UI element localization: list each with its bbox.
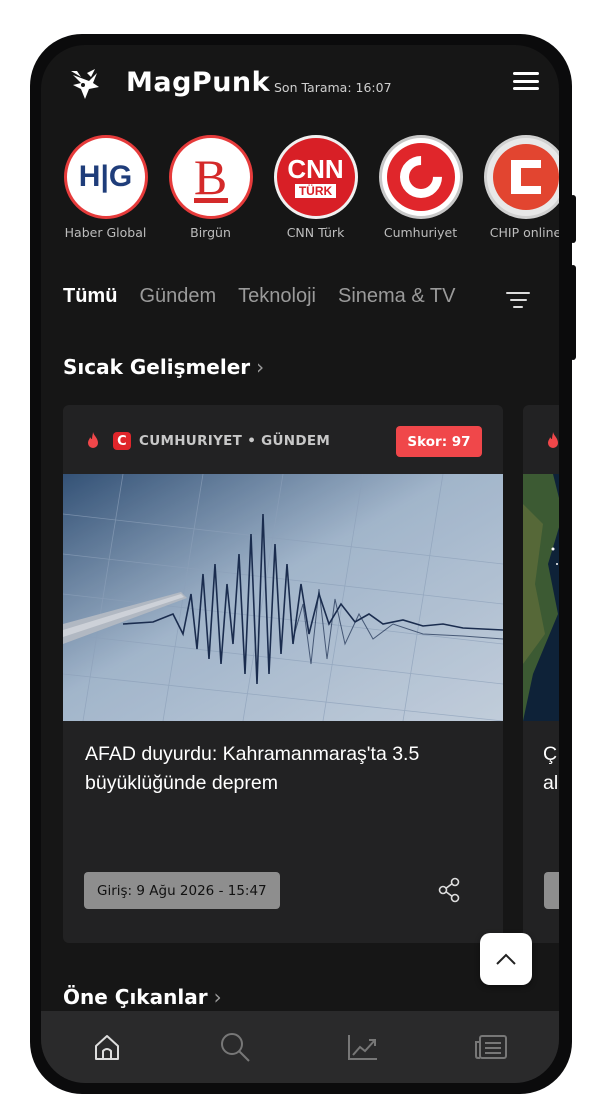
- card-date: Giriş: 9 Ağu 2026 - 15:47: [84, 872, 280, 909]
- phone-side-button: [570, 195, 576, 243]
- last-scan-time: Son Tarama: 16:07: [274, 80, 392, 95]
- birgun-logo: B: [168, 135, 253, 219]
- tab-gundem[interactable]: Gündem: [139, 285, 216, 308]
- top-bar: MagPunk Son Tarama: 16:07: [41, 45, 559, 125]
- search-icon: [221, 1033, 250, 1062]
- chevron-right-icon: ›: [256, 355, 265, 379]
- nav-trending[interactable]: [343, 1029, 383, 1065]
- chevron-right-icon: ›: [213, 985, 222, 1009]
- flame-icon: [548, 432, 558, 448]
- card-headline[interactable]: AFAD duyurdu: Kahramanmaraş'ta 3.5 büyük…: [85, 740, 485, 798]
- seismograph-image: [63, 474, 503, 721]
- cumhuriyet-mini-logo: C: [113, 432, 131, 450]
- section-featured[interactable]: Öne Çıkanlar ›: [63, 985, 222, 1009]
- satellite-map-image: [523, 474, 559, 721]
- score-badge: Skor: 97: [396, 426, 482, 457]
- nav-home[interactable]: [87, 1029, 127, 1065]
- chevron-up-icon: [496, 953, 516, 965]
- card-meta: [545, 431, 559, 451]
- source-chip-online[interactable]: CHIP online: [473, 135, 559, 240]
- tab-teknoloji[interactable]: Teknoloji: [238, 285, 316, 308]
- bottom-navigation: [41, 1011, 559, 1083]
- magpie-logo-icon[interactable]: [67, 67, 103, 103]
- news-card[interactable]: Ç al: [523, 405, 559, 943]
- chip-online-logo: [483, 135, 559, 219]
- source-cumhuriyet[interactable]: Cumhuriyet: [368, 135, 473, 240]
- source-cnn-turk[interactable]: CNN TÜRK CNN Türk: [263, 135, 368, 240]
- app-brand: MagPunk: [126, 67, 271, 98]
- source-haber-global[interactable]: H|G Haber Global: [53, 135, 158, 240]
- hamburger-menu-icon[interactable]: [513, 72, 539, 94]
- card-meta: C CUMHURIYET • GÜNDEM: [85, 431, 330, 451]
- tab-sinema-tv[interactable]: Sinema & TV: [338, 285, 455, 308]
- category-tabs: Tümü Gündem Teknoloji Sinema & TV: [63, 285, 533, 325]
- share-icon[interactable]: [437, 877, 461, 903]
- flame-icon: [88, 432, 98, 448]
- app-screen: MagPunk Son Tarama: 16:07 H|G Haber Glob…: [41, 45, 559, 1083]
- news-icon: [475, 1035, 507, 1059]
- scroll-to-top-button[interactable]: [480, 933, 532, 985]
- card-date: [544, 872, 559, 909]
- news-card[interactable]: C CUMHURIYET • GÜNDEM Skor: 97 AFAD duyu…: [63, 405, 503, 943]
- source-carousel[interactable]: H|G Haber Global B Birgün CNN TÜRK CNN T…: [41, 135, 559, 255]
- trending-icon: [348, 1035, 377, 1060]
- cumhuriyet-logo: [378, 135, 463, 219]
- section-hot-news[interactable]: Sıcak Gelişmeler ›: [63, 355, 264, 379]
- home-icon: [95, 1035, 119, 1060]
- nav-search[interactable]: [215, 1029, 255, 1065]
- cnn-turk-logo: CNN TÜRK: [273, 135, 358, 219]
- nav-news[interactable]: [471, 1029, 511, 1065]
- tab-all[interactable]: Tümü: [63, 285, 117, 308]
- card-source-category: CUMHURIYET • GÜNDEM: [139, 433, 331, 449]
- source-birgun[interactable]: B Birgün: [158, 135, 263, 240]
- phone-side-button: [570, 265, 576, 360]
- card-headline[interactable]: Ç al: [543, 740, 559, 798]
- haber-global-logo: H|G: [63, 135, 148, 219]
- filter-icon[interactable]: [503, 288, 533, 312]
